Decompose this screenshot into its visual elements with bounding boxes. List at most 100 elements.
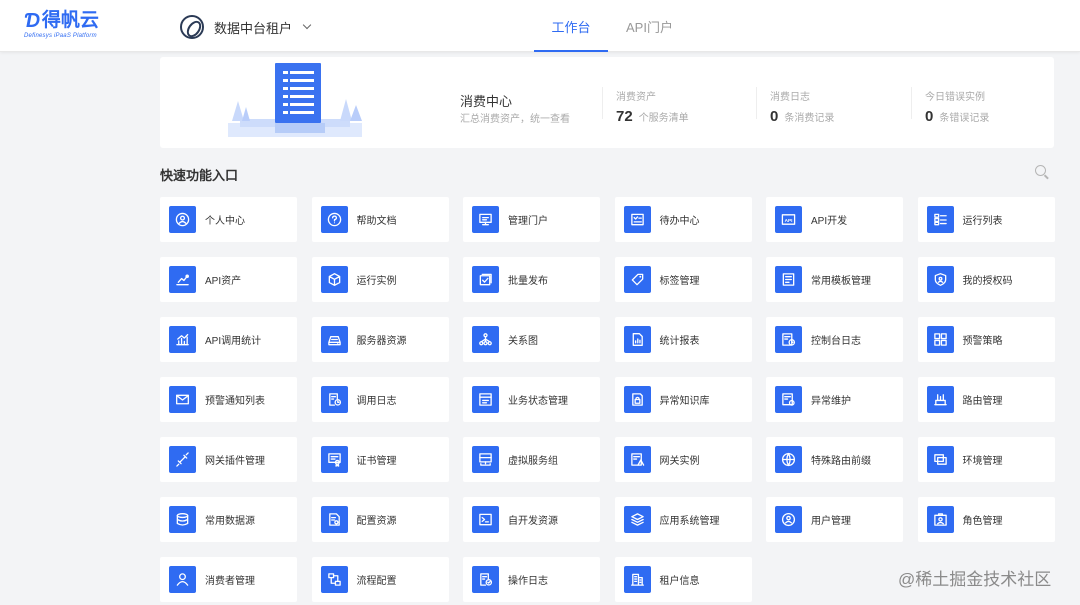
- quick-entry-label: 流程配置: [356, 576, 397, 587]
- watermark: @稀土掘金技术社区: [898, 570, 1052, 589]
- quick-entry-title: 快速功能入口: [160, 168, 239, 183]
- stat-today-errors[interactable]: 今日错误实例 0 条错误记录: [925, 88, 989, 125]
- quick-entry-role[interactable]: 角色管理: [917, 497, 1055, 542]
- quick-entry-route[interactable]: 路由管理: [917, 377, 1055, 422]
- flow-icon: [320, 566, 348, 593]
- user-circle-icon: [169, 206, 196, 233]
- brand-mark-icon: Ɗ: [24, 10, 40, 32]
- help-icon: [320, 206, 348, 233]
- quick-entry-label: API开发: [811, 216, 848, 227]
- quick-entry-database[interactable]: 常用数据源: [160, 497, 297, 542]
- quick-entry-label: 预警通知列表: [205, 396, 265, 407]
- top-bar: Ɗ 得帆云 Definesys iPaaS Platform 数据中台租户 工作…: [0, 0, 1080, 52]
- quick-entry-environment[interactable]: 环境管理: [917, 437, 1055, 482]
- stat-consumed-assets[interactable]: 消费资产 72 个服务清单: [616, 88, 689, 125]
- quick-entry-maintain[interactable]: 异常维护: [766, 377, 903, 422]
- quick-entry-user-manage[interactable]: 用户管理: [766, 497, 903, 542]
- quick-entry-flow[interactable]: 流程配置: [311, 557, 449, 602]
- stat-label: 今日错误实例: [925, 92, 985, 103]
- quick-entry-mail[interactable]: 预警通知列表: [160, 377, 297, 422]
- stat-unit: 个服务清单: [638, 113, 689, 124]
- quick-entry-shield[interactable]: 我的授权码: [917, 257, 1055, 302]
- quick-entry-template[interactable]: 常用模板管理: [766, 257, 903, 302]
- divider: [756, 87, 757, 119]
- quick-entry-relation[interactable]: 关系图: [463, 317, 600, 362]
- grid-icon: [926, 326, 954, 353]
- quick-entry-tenant-info[interactable]: 租户信息: [614, 557, 752, 602]
- quick-entry-label: 帮助文档: [356, 216, 397, 227]
- quick-entry-grid: 个人中心 帮助文档 管理门户 待办中心 API API开发 运行列表 API资产 运行实例 批量发…: [160, 197, 1055, 602]
- quick-entry-report[interactable]: 统计报表: [614, 317, 752, 362]
- quick-entry-server[interactable]: 服务器资源: [311, 317, 449, 362]
- quick-entry-operation-log[interactable]: 操作日志: [463, 557, 600, 602]
- quick-entry-batch-publish[interactable]: 批量发布: [463, 257, 600, 302]
- gateway-instance-icon: [623, 446, 651, 473]
- quick-entry-todo[interactable]: 待办中心: [614, 197, 752, 242]
- search-icon[interactable]: [1035, 165, 1046, 176]
- quick-entry-cube[interactable]: 运行实例: [311, 257, 449, 302]
- brand-logo[interactable]: Ɗ 得帆云 Definesys iPaaS Platform: [24, 10, 99, 40]
- quick-entry-label: 虚拟服务组: [508, 456, 558, 467]
- shield-icon: [926, 266, 954, 293]
- quick-entry-consumer[interactable]: 消费者管理: [160, 557, 297, 602]
- brand-name: 得帆云: [41, 10, 99, 31]
- quick-entry-label: 配置资源: [356, 516, 397, 527]
- quick-entry-user-circle[interactable]: 个人中心: [160, 197, 297, 242]
- quick-entry-tag[interactable]: 标签管理: [614, 257, 752, 302]
- quick-entry-layers[interactable]: 应用系统管理: [614, 497, 752, 542]
- quick-entry-help[interactable]: 帮助文档: [311, 197, 449, 242]
- quick-entry-label: 自开发资源: [508, 516, 558, 527]
- quick-entry-list[interactable]: 运行列表: [917, 197, 1055, 242]
- quick-entry-label: API调用统计: [205, 336, 262, 347]
- quick-entry-api-asset[interactable]: API资产: [160, 257, 297, 302]
- quick-entry-label: API资产: [205, 276, 242, 287]
- quick-entry-knowledge[interactable]: 异常知识库: [614, 377, 752, 422]
- plugin-icon: [169, 446, 196, 473]
- monitor-icon: [472, 206, 499, 233]
- brand-tagline: Definesys iPaaS Platform: [24, 33, 97, 39]
- quick-entry-plugin[interactable]: 网关插件管理: [160, 437, 297, 482]
- quick-entry-globe[interactable]: 特殊路由前缀: [766, 437, 903, 482]
- overview-subtitle: 汇总消费资产，统一查看: [460, 114, 570, 125]
- quick-entry-label: 异常知识库: [659, 396, 710, 407]
- report-icon: [623, 326, 651, 353]
- stat-consumption-logs[interactable]: 消费日志 0 条消费记录: [770, 88, 834, 125]
- quick-entry-grid[interactable]: 预警策略: [917, 317, 1055, 362]
- quick-entry-label: 用户管理: [811, 516, 851, 527]
- quick-entry-label: 操作日志: [508, 576, 548, 587]
- tab-workbench[interactable]: 工作台: [534, 0, 608, 52]
- overview-title: 消费中心: [460, 94, 513, 109]
- quick-entry-chart[interactable]: API调用统计: [160, 317, 297, 362]
- quick-entry-virtual-group[interactable]: 虚拟服务组: [463, 437, 600, 482]
- tenant-switcher[interactable]: 数据中台租户: [180, 15, 312, 39]
- stat-unit: 条消费记录: [784, 113, 835, 124]
- quick-entry-config[interactable]: 配置资源: [311, 497, 449, 542]
- api-icon: API: [775, 206, 802, 233]
- tab-api-portal[interactable]: API门户: [608, 0, 691, 52]
- quick-entry-label: 我的授权码: [962, 276, 1013, 287]
- knowledge-icon: [623, 386, 651, 413]
- quick-entry-label: 统计报表: [659, 336, 700, 347]
- chart-icon: [169, 326, 196, 353]
- quick-entry-call-log[interactable]: 调用日志: [311, 377, 449, 422]
- quick-entry-status[interactable]: 业务状态管理: [463, 377, 600, 422]
- quick-entry-api[interactable]: API API开发: [766, 197, 903, 242]
- svg-text:API: API: [785, 218, 793, 223]
- quick-entry-console-log[interactable]: 控制台日志: [766, 317, 903, 362]
- quick-entry-monitor[interactable]: 管理门户: [463, 197, 600, 242]
- layers-icon: [623, 506, 651, 533]
- environment-icon: [926, 446, 954, 473]
- quick-entry-label: 调用日志: [356, 396, 397, 407]
- api-asset-icon: [169, 266, 196, 293]
- template-icon: [775, 266, 802, 293]
- consumer-icon: [169, 566, 196, 593]
- quick-entry-certificate[interactable]: 证书管理: [311, 437, 449, 482]
- quick-entry-gateway-instance[interactable]: 网关实例: [614, 437, 752, 482]
- quick-entry-label: 常用模板管理: [811, 276, 871, 287]
- database-icon: [169, 506, 196, 533]
- chevron-down-icon: [302, 20, 312, 30]
- divider: [602, 87, 603, 119]
- quick-entry-label: 业务状态管理: [508, 396, 568, 407]
- mail-icon: [169, 386, 196, 413]
- quick-entry-terminal[interactable]: 自开发资源: [463, 497, 600, 542]
